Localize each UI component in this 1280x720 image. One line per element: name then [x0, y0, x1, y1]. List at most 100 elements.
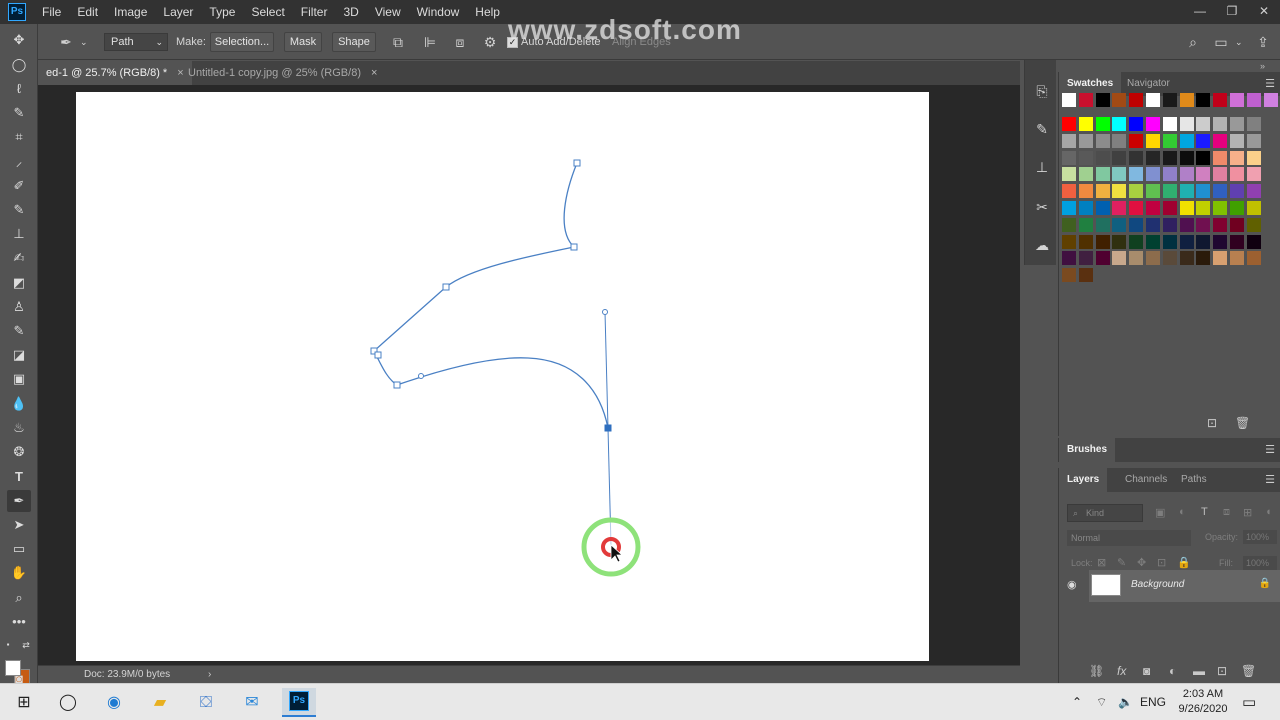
swatch[interactable] [1095, 217, 1110, 232]
swatch[interactable] [1162, 167, 1177, 182]
swatch[interactable] [1146, 117, 1160, 131]
path-alignment-icon[interactable]: ⊫ [420, 32, 440, 52]
swatch[interactable] [1213, 133, 1228, 148]
swatch[interactable] [1078, 201, 1093, 215]
recent-swatch[interactable] [1095, 93, 1110, 107]
trash-icon[interactable]: 🗑 [1241, 664, 1256, 678]
clone-source-icon[interactable]: ⊥ [1031, 156, 1053, 178]
swatch[interactable] [1095, 117, 1110, 131]
recent-swatch[interactable] [1246, 93, 1261, 107]
swatch[interactable] [1213, 167, 1228, 182]
tab-paths[interactable]: Paths [1173, 468, 1215, 492]
preset-chevron-icon[interactable]: ⌄ [80, 32, 88, 52]
swatch[interactable] [1062, 201, 1076, 215]
add-mask-icon[interactable]: ◙ [1143, 664, 1150, 678]
tab-close-icon[interactable]: × [371, 67, 377, 79]
pen-tool-preset-icon[interactable]: ✒ [56, 32, 76, 52]
swatch[interactable] [1062, 184, 1076, 199]
menu-layer[interactable]: Layer [155, 0, 201, 24]
swatch[interactable] [1129, 234, 1144, 249]
menu-window[interactable]: Window [409, 0, 468, 24]
quick-selection-tool[interactable]: ✎ [7, 102, 31, 124]
swatch[interactable] [1062, 167, 1076, 182]
swatch[interactable] [1230, 117, 1244, 131]
swatch[interactable] [1213, 201, 1228, 215]
swatch[interactable] [1213, 251, 1228, 266]
tab-channels[interactable]: Channels [1117, 468, 1175, 492]
recent-swatch[interactable] [1062, 93, 1076, 107]
blur-tool[interactable]: 💧 [7, 393, 31, 415]
swatch[interactable] [1179, 184, 1194, 199]
swatch[interactable] [1196, 234, 1211, 249]
panel-menu-icon[interactable]: ☰ [1265, 473, 1275, 486]
swatch[interactable] [1062, 117, 1076, 131]
new-group-icon[interactable]: ▬ [1193, 664, 1205, 678]
swatch[interactable] [1112, 150, 1127, 165]
swatch[interactable] [1246, 234, 1261, 249]
swatch[interactable] [1062, 251, 1076, 266]
foreground-color-swatch[interactable] [5, 660, 21, 676]
swatch[interactable] [1129, 117, 1144, 131]
new-swatch-icon[interactable]: ⊡ [1207, 416, 1217, 430]
tab-layers[interactable]: Layers [1059, 468, 1108, 492]
swatch[interactable] [1162, 251, 1177, 266]
panels-collapse-icon[interactable]: » [1260, 61, 1265, 71]
swatch[interactable] [1213, 217, 1228, 232]
workspace-icon[interactable]: ▭ [1211, 32, 1231, 52]
swatch[interactable] [1129, 184, 1144, 199]
lock-all-icon[interactable]: 🔒 [1177, 556, 1191, 569]
swatch[interactable] [1196, 133, 1211, 148]
swatch[interactable] [1230, 133, 1244, 148]
menu-3d[interactable]: 3D [335, 0, 366, 24]
swatch[interactable] [1146, 217, 1160, 232]
swatch[interactable] [1078, 184, 1093, 199]
swatch[interactable] [1062, 217, 1076, 232]
tab-untitled-1[interactable]: ed-1 @ 25.7% (RGB/8) * × [38, 61, 192, 85]
swatch[interactable] [1112, 133, 1127, 148]
swatch[interactable] [1078, 167, 1093, 182]
eraser-tool-2[interactable]: ◪ [7, 344, 31, 366]
crop-tool[interactable]: ⌗ [7, 126, 31, 148]
gradient-tool[interactable]: ▣ [7, 368, 31, 390]
swatch[interactable] [1078, 217, 1093, 232]
recent-swatch[interactable] [1078, 93, 1093, 107]
close-button[interactable]: ✕ [1248, 0, 1280, 24]
recent-swatch[interactable] [1129, 93, 1144, 107]
swatch[interactable] [1162, 184, 1177, 199]
history-panel-icon[interactable]: ⎘ [1031, 80, 1053, 102]
layer-filter-kind[interactable]: ⌕ Kind [1067, 504, 1143, 522]
filter-adjustment-icon[interactable]: ◐ [1179, 506, 1186, 518]
swap-colors-icon[interactable]: ⇄ [20, 634, 32, 656]
swatch[interactable] [1246, 133, 1261, 148]
swatch[interactable] [1146, 251, 1160, 266]
swatch[interactable] [1230, 167, 1244, 182]
swatch[interactable] [1162, 150, 1177, 165]
new-layer-icon[interactable]: ⊡ [1217, 664, 1227, 678]
swatch[interactable] [1213, 184, 1228, 199]
swatch[interactable] [1246, 117, 1261, 131]
swatch[interactable] [1112, 184, 1127, 199]
swatch[interactable] [1196, 217, 1211, 232]
selection-button[interactable]: Selection... [210, 32, 274, 52]
swatch[interactable] [1246, 251, 1261, 266]
clone-stamp-tool[interactable]: ⊥ [7, 223, 31, 245]
swatch[interactable] [1112, 167, 1127, 182]
swatch[interactable] [1129, 217, 1144, 232]
swatch[interactable] [1112, 201, 1127, 215]
menu-edit[interactable]: Edit [69, 0, 106, 24]
swatch[interactable] [1112, 217, 1127, 232]
swatch[interactable] [1095, 167, 1110, 182]
recent-swatch[interactable] [1196, 93, 1211, 107]
swatch[interactable] [1129, 150, 1144, 165]
swatch[interactable] [1078, 268, 1093, 283]
path-arrangement-icon[interactable]: ⧈ [450, 32, 470, 52]
volume-icon[interactable]: 🔈 [1118, 684, 1133, 720]
swatch[interactable] [1078, 251, 1093, 266]
swatch[interactable] [1112, 251, 1127, 266]
fill-field[interactable]: 100% [1243, 556, 1277, 570]
blend-mode-select[interactable]: Normal [1067, 530, 1191, 546]
swatch[interactable] [1078, 150, 1093, 165]
windows-start-icon[interactable]: ⊞ [6, 688, 42, 717]
menu-select[interactable]: Select [243, 0, 292, 24]
swatch[interactable] [1230, 201, 1244, 215]
